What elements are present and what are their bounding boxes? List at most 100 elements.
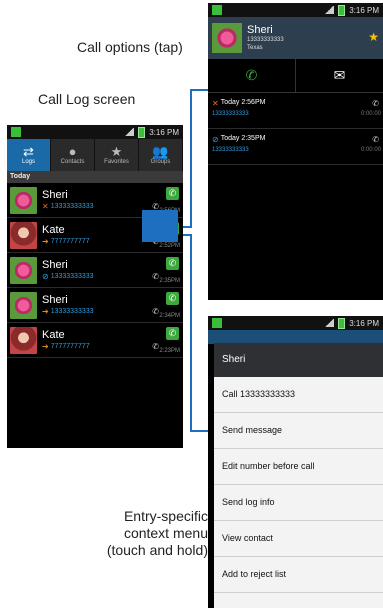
- person-icon: ●: [68, 144, 77, 159]
- entry-time-text: Today 2:35PM: [220, 135, 266, 142]
- caption-line: (touch and hold): [106, 542, 208, 558]
- phone-icon: ✆: [152, 307, 159, 316]
- number-text: 13333333333: [50, 273, 94, 280]
- outgoing-call-icon: ➔: [42, 237, 49, 246]
- call-options-screen: 3:16 PM Sheri 13333333333 Texas ★ ✆ ✉ ✕ T…: [208, 3, 383, 300]
- tab-bar: ⇄ Logs ● Contacts ★ Favorites 👥 Groups: [7, 139, 183, 171]
- outgoing-call-icon: ➔: [42, 342, 49, 351]
- notification-icon: [212, 5, 222, 15]
- star-icon: ★: [110, 144, 123, 159]
- contact-name: Sheri: [42, 189, 68, 201]
- phone-icon: ✆: [152, 342, 159, 351]
- caption-call-options: Call options (tap): [77, 39, 183, 55]
- signal-icon: [124, 128, 135, 136]
- battery-icon: [338, 4, 346, 16]
- entry-time: ⊘ Today 2:35PM: [212, 135, 265, 144]
- menu-item-view-contact[interactable]: View contact: [214, 521, 383, 557]
- status-bar: 3:16 PM: [208, 3, 383, 17]
- group-icon: 👥: [152, 144, 169, 159]
- missed-call-icon: ✕: [212, 99, 219, 108]
- number-text: 13333333333: [50, 308, 94, 315]
- contact-photo: [10, 326, 37, 354]
- contact-photo: [212, 23, 242, 53]
- phone-icon: ✆: [245, 67, 258, 83]
- rejected-call-icon: ⊘: [42, 272, 49, 281]
- contact-name: Sheri: [247, 24, 273, 36]
- status-time: 3:16 PM: [349, 318, 379, 328]
- tab-logs[interactable]: ⇄ Logs: [7, 139, 51, 171]
- menu-item-call[interactable]: Call 13333333333: [214, 377, 383, 413]
- status-time: 3:16 PM: [349, 5, 379, 15]
- contact-name: Sheri: [42, 259, 68, 271]
- connector-line: [190, 89, 208, 91]
- entry-time: ✕ Today 2:56PM: [212, 99, 265, 108]
- call-history-entry[interactable]: ✕ Today 2:56PM 13333333333 ✆ 0:00:00: [208, 93, 383, 129]
- call-time: 2:23PM: [159, 348, 180, 354]
- tab-bar-dimmed: [208, 330, 383, 344]
- call-log-row[interactable]: Sheri ➔ 13333333333 ✆ ✆ 2:34PM: [7, 288, 183, 323]
- tab-label: Contacts: [60, 159, 85, 165]
- number-text: 7777777777: [50, 343, 90, 350]
- menu-item-send-message[interactable]: Send message: [214, 413, 383, 449]
- contact-name: Kate: [42, 329, 65, 341]
- tab-contacts[interactable]: ● Contacts: [51, 139, 95, 171]
- caption-call-log-screen: Call Log screen: [38, 91, 136, 107]
- context-menu-title: Sheri: [214, 343, 383, 377]
- arrows-icon: ⇄: [23, 144, 34, 159]
- menu-item-edit-number[interactable]: Edit number before call: [214, 449, 383, 485]
- call-button[interactable]: ✆: [166, 187, 179, 200]
- call-history-entry[interactable]: ⊘ Today 2:35PM 13333333333 ✆ 0:00:00: [208, 129, 383, 165]
- connector-line: [190, 89, 192, 227]
- outgoing-call-icon: ➔: [42, 307, 49, 316]
- message-button[interactable]: ✉: [296, 59, 383, 92]
- phone-icon: ✆: [372, 99, 379, 108]
- call-button[interactable]: ✆: [166, 257, 179, 270]
- call-log-screen: 3:16 PM ⇄ Logs ● Contacts ★ Favorites 👥 …: [7, 125, 183, 448]
- connector-line: [190, 430, 208, 432]
- signal-icon: [324, 319, 335, 327]
- favorite-star-icon[interactable]: ★: [368, 30, 379, 44]
- battery-icon: [138, 126, 146, 138]
- missed-call-icon: ✕: [42, 202, 49, 211]
- envelope-icon: ✉: [333, 67, 346, 83]
- entry-duration: 0:00:00: [360, 111, 381, 117]
- contact-photo: [10, 291, 37, 319]
- contact-number: 13333333333: [247, 37, 284, 43]
- notification-icon: [212, 318, 222, 328]
- section-header: Today: [7, 171, 183, 183]
- tab-label: Logs: [21, 159, 35, 165]
- call-time: 2:35PM: [159, 278, 180, 284]
- number-text: 7777777777: [50, 238, 90, 245]
- connector-line: [190, 234, 192, 432]
- call-time: 2:34PM: [159, 313, 180, 319]
- menu-item-send-log-info[interactable]: Send log info: [214, 485, 383, 521]
- tab-label: Groups: [150, 159, 171, 165]
- tab-favorites[interactable]: ★ Favorites: [95, 139, 139, 171]
- caption-context-menu: Entry-specific context menu (touch and h…: [68, 508, 208, 559]
- contact-location: Texas: [247, 45, 263, 51]
- contact-photo: [10, 221, 37, 249]
- status-bar: 3:16 PM: [7, 125, 183, 139]
- entry-number: 13333333333: [212, 111, 249, 117]
- phone-icon: ✆: [152, 272, 159, 281]
- status-bar: 3:16 PM: [208, 316, 383, 330]
- tab-groups[interactable]: 👥 Groups: [139, 139, 183, 171]
- entry-duration: 0:00:00: [360, 147, 381, 153]
- entry-number: 13333333333: [212, 147, 249, 153]
- signal-icon: [324, 6, 335, 14]
- call-button[interactable]: ✆: [166, 292, 179, 305]
- action-row: ✆ ✉: [208, 59, 383, 93]
- caption-line: context menu: [123, 525, 208, 541]
- tap-highlight: [142, 210, 178, 242]
- call-button[interactable]: ✆: [166, 327, 179, 340]
- tab-label: Favorites: [104, 159, 129, 165]
- call-log-row[interactable]: Kate ➔ 7777777777 ✆ ✆ 2:23PM: [7, 323, 183, 358]
- number-text: 13333333333: [50, 203, 94, 210]
- menu-item-add-to-reject-list[interactable]: Add to reject list: [214, 557, 383, 593]
- status-time: 3:16 PM: [149, 127, 179, 137]
- contact-header: Sheri 13333333333 Texas ★: [208, 17, 383, 59]
- notification-icon: [11, 127, 21, 137]
- call-button[interactable]: ✆: [208, 59, 296, 92]
- rejected-call-icon: ⊘: [212, 135, 219, 144]
- call-log-row[interactable]: Sheri ⊘ 13333333333 ✆ ✆ 2:35PM: [7, 253, 183, 288]
